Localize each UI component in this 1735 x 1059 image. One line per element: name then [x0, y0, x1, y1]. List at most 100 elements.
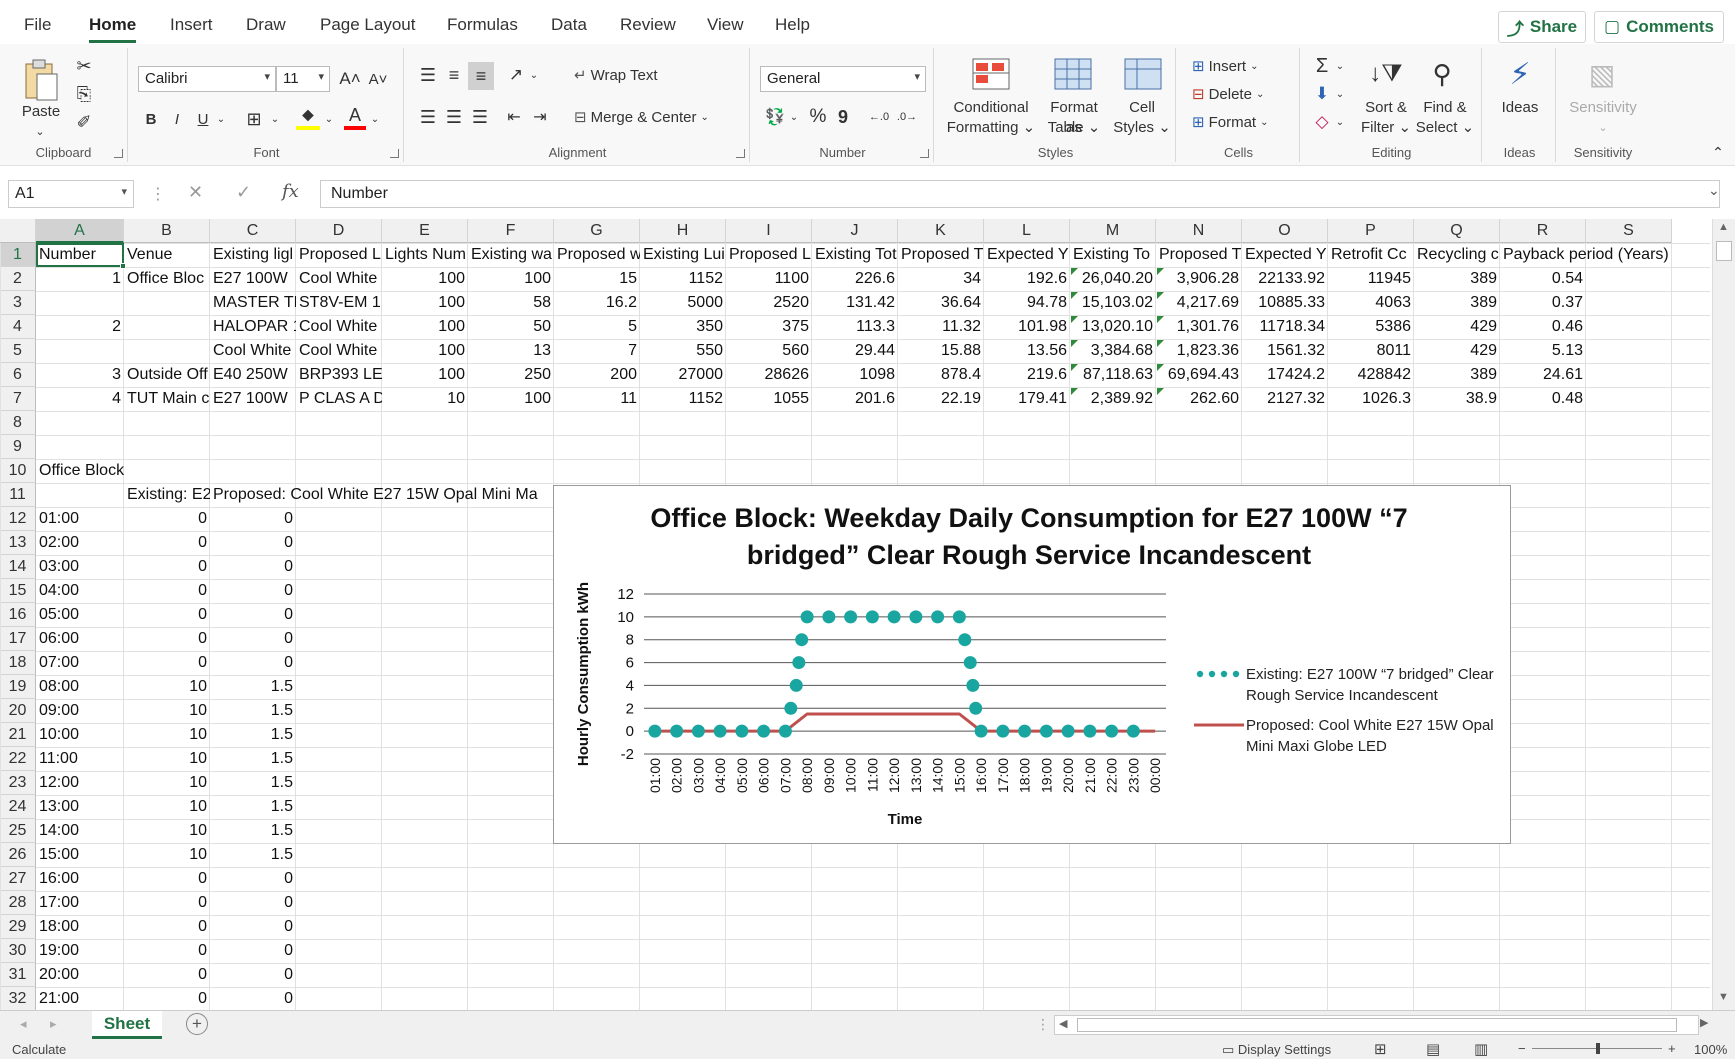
cut-icon[interactable]: ✂: [72, 54, 96, 78]
copy-icon[interactable]: ⎘: [72, 82, 96, 106]
cell[interactable]: 1: [36, 267, 124, 291]
row-header[interactable]: 18: [0, 651, 36, 675]
cell[interactable]: Existing wa: [468, 243, 554, 267]
cell[interactable]: Recycling c: [1414, 243, 1500, 267]
cell[interactable]: 10: [124, 675, 210, 699]
cell[interactable]: 3: [36, 363, 124, 387]
percent-button[interactable]: %: [806, 104, 830, 130]
cell[interactable]: Cool White: [296, 315, 382, 339]
cell[interactable]: 09:00: [36, 699, 124, 723]
cell[interactable]: 0.48: [1500, 387, 1586, 411]
tab-page-layout[interactable]: Page Layout: [320, 15, 415, 35]
cell[interactable]: 06:00: [36, 627, 124, 651]
comma-style-button[interactable]: 9: [832, 104, 854, 130]
cell[interactable]: Lights Num: [382, 243, 468, 267]
sort-filter-label[interactable]: Sort &: [1356, 98, 1416, 118]
vertical-scroll-thumb[interactable]: [1716, 241, 1732, 261]
comments-button[interactable]: ▢ Comments: [1594, 11, 1724, 43]
align-bottom-icon[interactable]: ≡: [468, 62, 494, 90]
cell[interactable]: 0: [124, 891, 210, 915]
cell[interactable]: 100: [468, 387, 554, 411]
cell[interactable]: 429: [1414, 315, 1500, 339]
cell[interactable]: 1.5: [210, 747, 296, 771]
cell[interactable]: 05:00: [36, 603, 124, 627]
cell[interactable]: Cool White: [210, 339, 296, 363]
cell[interactable]: 0: [210, 603, 296, 627]
paste-icon[interactable]: [24, 58, 58, 102]
cell[interactable]: 2520: [726, 291, 812, 315]
cell[interactable]: 34: [898, 267, 984, 291]
column-header-b[interactable]: B: [124, 219, 210, 243]
cell[interactable]: 0.37: [1500, 291, 1586, 315]
format-as-table-label2[interactable]: Table ⌄: [1042, 118, 1106, 138]
column-header-m[interactable]: M: [1070, 219, 1156, 243]
cell[interactable]: 13: [468, 339, 554, 363]
cell[interactable]: Existing ligl: [210, 243, 296, 267]
cell[interactable]: 0: [124, 531, 210, 555]
column-header-p[interactable]: P: [1328, 219, 1414, 243]
cell[interactable]: 28626: [726, 363, 812, 387]
scroll-up-icon[interactable]: ▲: [1718, 221, 1729, 233]
decrease-indent-icon[interactable]: ⇤: [502, 104, 526, 130]
column-header-o[interactable]: O: [1242, 219, 1328, 243]
cell[interactable]: 08:00: [36, 675, 124, 699]
italic-button[interactable]: I: [166, 106, 188, 132]
cell[interactable]: 113.3: [812, 315, 898, 339]
increase-font-icon[interactable]: A˄: [338, 66, 362, 92]
cell[interactable]: 18:00: [36, 915, 124, 939]
column-header-i[interactable]: I: [726, 219, 812, 243]
cell[interactable]: 03:00: [36, 555, 124, 579]
cell[interactable]: 101.98: [984, 315, 1070, 339]
underline-button[interactable]: U: [192, 106, 214, 132]
cell[interactable]: 2,389.92: [1070, 387, 1156, 411]
row-header[interactable]: 23: [0, 771, 36, 795]
page-layout-view-icon[interactable]: ▤: [1426, 1040, 1440, 1058]
cell[interactable]: 12:00: [36, 771, 124, 795]
cell[interactable]: 17:00: [36, 891, 124, 915]
cell[interactable]: 100: [382, 315, 468, 339]
clear-icon[interactable]: ◇: [1310, 110, 1334, 134]
clipboard-launcher-icon[interactable]: [114, 149, 123, 158]
cell[interactable]: 0: [124, 555, 210, 579]
cell[interactable]: 0: [210, 867, 296, 891]
cell[interactable]: 19:00: [36, 939, 124, 963]
row-header[interactable]: 25: [0, 819, 36, 843]
cell[interactable]: 179.41: [984, 387, 1070, 411]
ideas-icon[interactable]: ⚡: [1500, 54, 1540, 94]
cell[interactable]: 17424.2: [1242, 363, 1328, 387]
cell[interactable]: 14:00: [36, 819, 124, 843]
tab-file[interactable]: File: [24, 15, 51, 35]
row-header[interactable]: 28: [0, 891, 36, 915]
cell[interactable]: 1.5: [210, 723, 296, 747]
row-header[interactable]: 9: [0, 435, 36, 459]
cell[interactable]: 0: [124, 939, 210, 963]
column-header-g[interactable]: G: [554, 219, 640, 243]
row-header[interactable]: 15: [0, 579, 36, 603]
paste-dropdown-icon[interactable]: ⌄: [30, 122, 50, 142]
name-box[interactable]: A1 ▾: [8, 180, 134, 208]
row-header[interactable]: 12: [0, 507, 36, 531]
cell[interactable]: Cool White: [296, 339, 382, 363]
cell[interactable]: Existing Lui: [640, 243, 726, 267]
row-header[interactable]: 6: [0, 363, 36, 387]
cell[interactable]: 0: [124, 627, 210, 651]
cell[interactable]: 878.4: [898, 363, 984, 387]
align-top-icon[interactable]: ☰: [416, 62, 440, 88]
row-header[interactable]: 8: [0, 411, 36, 435]
cell[interactable]: 1100: [726, 267, 812, 291]
align-right-icon[interactable]: ☰: [468, 104, 492, 130]
tab-formulas[interactable]: Formulas: [447, 15, 518, 35]
row-header[interactable]: 21: [0, 723, 36, 747]
cell[interactable]: 100: [468, 267, 554, 291]
cell[interactable]: Payback period (Years): [1500, 243, 1670, 267]
cell[interactable]: E27 100W: [210, 267, 296, 291]
cell[interactable]: 0.46: [1500, 315, 1586, 339]
cell[interactable]: 0: [124, 579, 210, 603]
cell[interactable]: 0: [210, 987, 296, 1010]
cell[interactable]: 02:00: [36, 531, 124, 555]
cell[interactable]: 11718.34: [1242, 315, 1328, 339]
cell[interactable]: 87,118.63: [1070, 363, 1156, 387]
tab-splitter-icon[interactable]: ⋮: [1036, 1016, 1050, 1033]
cell[interactable]: 100: [382, 267, 468, 291]
cell[interactable]: 22.19: [898, 387, 984, 411]
